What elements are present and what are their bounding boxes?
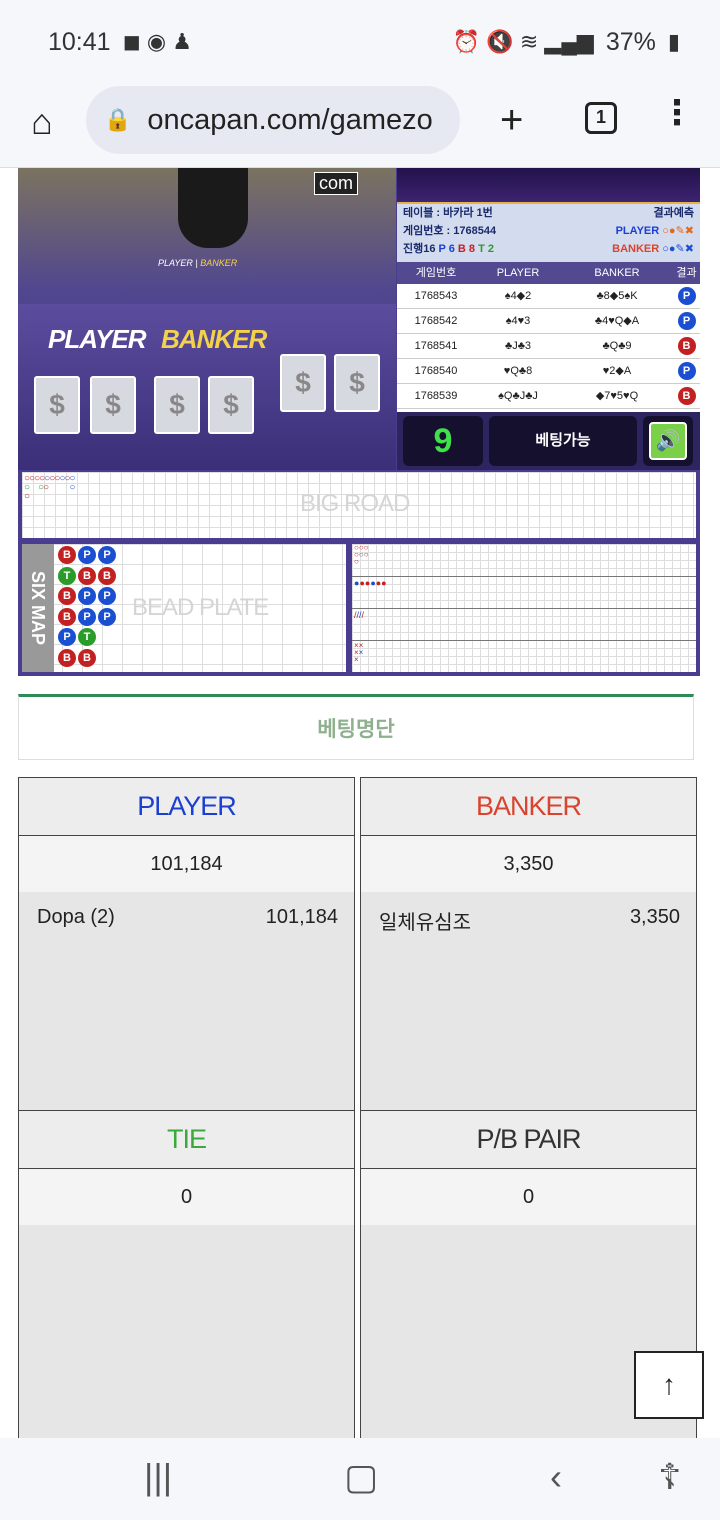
title-banner [397, 168, 700, 204]
panel-total: 0 [361, 1169, 696, 1225]
bead: P [58, 628, 76, 646]
bead: P [98, 546, 116, 564]
betting-list-header: 베팅명단 [18, 694, 694, 760]
browser-toolbar: ⌂ 🔒 oncapan.com/gamezo + 1 ⋮ [0, 84, 720, 168]
bead-plate-label: BEAD PLATE [132, 594, 269, 621]
menu-icon[interactable]: ⋮ [660, 96, 694, 130]
card-back: $ [34, 376, 80, 434]
card-back: $ [334, 354, 380, 412]
panel-total: 3,350 [361, 836, 696, 892]
site-logo: com [314, 172, 359, 195]
home-nav-icon[interactable]: ▢ [344, 1456, 378, 1498]
derived-roads: ○○○ ○○○ ○ ●●●●●● //// ×× ×× × [352, 544, 696, 672]
lock-icon: 🔒 [104, 107, 132, 132]
bead: T [58, 566, 76, 585]
result-badge: P [677, 362, 696, 381]
system-icons: ⏰ 🔇 ≋ ▂▄▆ [452, 29, 594, 54]
big-road-marks: ○○○○○○○○○○ ○ ○○ ○ ○ [24, 473, 75, 502]
big-road-label: BIG ROAD [300, 490, 410, 517]
game-history-table: 게임번호 PLAYER BANKER 결과 1768543 ♠4◆2 ♣8◆5♠K P… [397, 262, 700, 412]
player-label: PLAYER [48, 324, 147, 354]
bead: P [98, 587, 116, 605]
bead: B [98, 566, 116, 585]
address-bar[interactable]: 🔒 oncapan.com/gamezo [86, 86, 460, 154]
bead: B [78, 648, 96, 667]
battery-icon: ▮ [667, 29, 680, 54]
table-row: 1768540 ♥Q♣8 ♥2◆A P [397, 359, 700, 384]
panel-total: 0 [19, 1169, 354, 1225]
bead: B [58, 587, 76, 605]
home-icon[interactable]: ⌂ [22, 102, 62, 142]
result-badge: B [677, 387, 696, 406]
panel-total: 101,184 [19, 836, 354, 892]
card-back: $ [154, 376, 200, 434]
bead: P [78, 546, 96, 564]
bet-controls: 9 베팅가능 🔊 [397, 412, 700, 470]
table-label-small: PLAYER | BANKER [158, 258, 238, 268]
countdown-timer: 9 [403, 416, 483, 466]
bead: P [98, 607, 116, 626]
panel-title: TIE [19, 1111, 354, 1169]
accessibility-icon[interactable]: ☦ [658, 1456, 681, 1498]
table-row: 1768543 ♠4◆2 ♣8◆5♠K P [397, 284, 700, 309]
bead: B [58, 607, 76, 626]
back-icon[interactable]: ‹ [550, 1456, 562, 1498]
bead: B [58, 546, 76, 564]
recent-apps-icon[interactable]: ||| [144, 1456, 172, 1498]
panel-title: P/B PAIR [361, 1111, 696, 1169]
bead: P [78, 607, 96, 626]
new-tab-icon[interactable]: + [500, 98, 523, 143]
prediction-road: ×× ×× × [354, 641, 364, 664]
big-eye-road: ○○○ ○○○ ○ [354, 543, 369, 566]
table-header: 게임번호 PLAYER BANKER 결과 [397, 262, 700, 284]
dealer-figure [178, 168, 248, 248]
tie-panel: TIE 0 [18, 1110, 355, 1450]
result-badge: P [677, 287, 696, 306]
card-back: $ [90, 376, 136, 434]
url-text: oncapan.com/gamezo [147, 103, 433, 136]
card-closeup: PLAYER BANKER $ $ $ $ $ $ [18, 304, 396, 470]
card-back: $ [208, 376, 254, 434]
bet-entry: Dopa (2) 101,184 [37, 906, 338, 928]
bead: P [78, 587, 96, 605]
big-road: BIG ROAD ○○○○○○○○○○ ○ ○○ ○ ○ [22, 472, 696, 538]
table-row: 1768541 ♣J♣3 ♣Q♣9 B [397, 334, 700, 359]
tab-count-button[interactable]: 1 [585, 102, 617, 134]
bead-plate: SIX MAP BEAD PLATE BTBBPBPBPPTBPBPP [22, 544, 346, 672]
panel-title: PLAYER [19, 778, 354, 836]
notification-icons: ◼ ◉ ♟ [122, 29, 192, 54]
small-road: ●●●●●● [354, 578, 387, 588]
battery-level: 37% [605, 27, 656, 56]
cockroach-road: //// [354, 610, 365, 620]
bet-entry: 일체유심조 3,350 [379, 906, 680, 934]
scroll-to-top-button[interactable]: ↑ [634, 1351, 704, 1419]
result-badge: B [677, 337, 696, 356]
betting-status: 베팅가능 [489, 416, 637, 466]
player-panel: PLAYER 101,184 Dopa (2) 101,184 [18, 777, 355, 1111]
live-video: com PLAYER | BANKER PLAYER BANKER $ $ $ … [18, 168, 396, 470]
android-nav-bar: ||| ▢ ‹ ☦ [0, 1438, 720, 1520]
table-row: 1768542 ♠4♥3 ♣4♥Q◆A P [397, 309, 700, 334]
baccarat-game: com PLAYER | BANKER PLAYER BANKER $ $ $ … [18, 168, 700, 676]
bead: B [78, 566, 96, 585]
bead: B [58, 648, 76, 667]
arrow-up-icon: ↑ [662, 1369, 676, 1400]
status-bar: 10:41 ◼ ◉ ♟ ⏰ 🔇 ≋ ▂▄▆ 37% ▮ [0, 0, 720, 84]
table-info: 테이블 : 바카라 1번 결과예측 게임번호 : 1768544 PLAYER ○●… [397, 168, 700, 262]
banker-label: BANKER [161, 324, 267, 354]
status-time: 10:41 [48, 27, 111, 56]
card-back: $ [280, 354, 326, 412]
result-badge: P [677, 312, 696, 331]
panel-title: BANKER [361, 778, 696, 836]
banker-panel: BANKER 3,350 일체유심조 3,350 [360, 777, 697, 1111]
screen: 10:41 ◼ ◉ ♟ ⏰ 🔇 ≋ ▂▄▆ 37% ▮ ⌂ 🔒 oncapan.… [0, 0, 720, 1520]
sound-button[interactable]: 🔊 [643, 416, 693, 466]
speaker-icon: 🔊 [649, 422, 687, 460]
bead: T [78, 628, 96, 646]
table-row: 1768539 ♠Q♣J♣J ◆7♥5♥Q B [397, 384, 700, 409]
six-map-label: SIX MAP [22, 544, 54, 672]
